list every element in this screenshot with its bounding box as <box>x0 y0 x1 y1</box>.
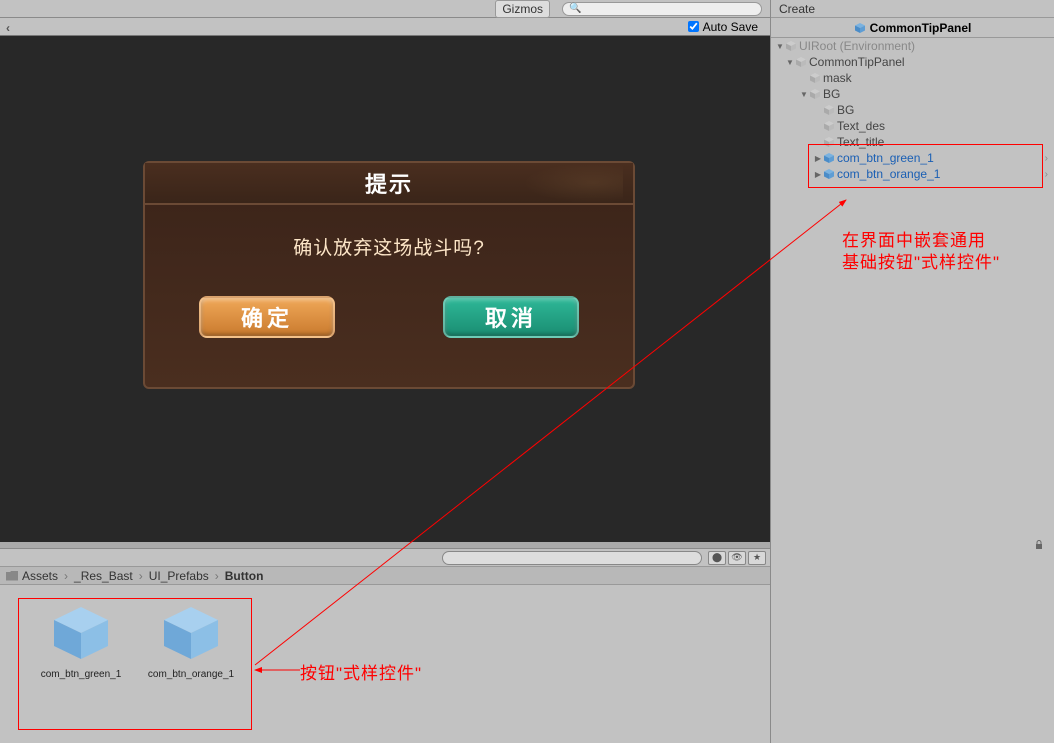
tree-textdes[interactable]: Text_des <box>771 118 1054 134</box>
gameobject-icon <box>785 40 797 52</box>
star-icon[interactable]: ★ <box>748 551 766 565</box>
autosave-label: Auto Save <box>703 20 758 34</box>
tree-mask[interactable]: mask <box>771 70 1054 86</box>
autosave-row: Auto Save <box>0 18 770 36</box>
back-icon[interactable]: ‹ <box>6 21 10 35</box>
prefab-header[interactable]: ‹ CommonTipPanel <box>771 18 1054 38</box>
breadcrumb[interactable]: Assets › _Res_Bast › UI_Prefabs › Button <box>0 567 770 585</box>
asset-label: com_btn_orange_1 <box>148 669 234 680</box>
gameobject-icon <box>809 72 821 84</box>
gameobject-icon <box>823 104 835 116</box>
folder-icon <box>6 571 18 581</box>
autosave-checkbox[interactable] <box>688 21 699 32</box>
breadcrumb-button[interactable]: Button <box>225 569 264 583</box>
annotation-bottom: 按钮"式样控件" <box>300 663 422 685</box>
gameobject-icon <box>795 56 807 68</box>
annotation-box-hierarchy <box>808 144 1043 188</box>
prefab-icon <box>854 22 866 34</box>
lock-icon <box>1034 540 1044 550</box>
gameobject-icon <box>823 120 835 132</box>
assets-panel: ⬤ 👁 ★ Assets › _Res_Bast › UI_Prefabs › … <box>0 548 770 743</box>
prefab-cube-icon <box>46 605 116 661</box>
tree-commontippanel[interactable]: ▼CommonTipPanel <box>771 54 1054 70</box>
filter-icon[interactable]: ⬤ <box>708 551 726 565</box>
scene-view[interactable]: 提示 确认放弃这场战斗吗? 确定 取消 <box>0 36 770 542</box>
breadcrumb-assets[interactable]: Assets <box>22 569 58 583</box>
game-dialog: 提示 确认放弃这场战斗吗? 确定 取消 <box>143 161 635 389</box>
assets-search[interactable] <box>442 551 702 565</box>
breadcrumb-resbast[interactable]: _Res_Bast <box>74 569 133 583</box>
dialog-description: 确认放弃这场战斗吗? <box>145 233 633 260</box>
dialog-header: 提示 <box>145 163 633 205</box>
cancel-button[interactable]: 取消 <box>443 296 579 338</box>
assets-toolbar: ⬤ 👁 ★ <box>0 549 770 567</box>
confirm-button[interactable]: 确定 <box>199 296 335 338</box>
gameobject-icon <box>809 88 821 100</box>
prefab-header-label: CommonTipPanel <box>870 21 972 35</box>
tree-bg[interactable]: ▼BG <box>771 86 1054 102</box>
prefab-cube-icon <box>156 605 226 661</box>
create-dropdown[interactable]: Create <box>779 2 815 16</box>
breadcrumb-uiprefabs[interactable]: UI_Prefabs <box>149 569 209 583</box>
annotation-right: 在界面中嵌套通用 基础按钮"式样控件" <box>842 230 1000 274</box>
chevron-right-icon[interactable]: › <box>1045 169 1048 180</box>
gizmos-dropdown[interactable]: Gizmos <box>495 0 550 18</box>
hierarchy-panel: Create ‹ CommonTipPanel ▼UIRoot (Environ… <box>770 0 1054 743</box>
hierarchy-toolbar: Create <box>771 0 1054 18</box>
dialog-title: 提示 <box>365 167 413 199</box>
asset-com-btn-green[interactable]: com_btn_green_1 <box>26 605 136 680</box>
tree-bg2[interactable]: BG <box>771 102 1054 118</box>
tree-uiroot[interactable]: ▼UIRoot (Environment) <box>771 38 1054 54</box>
scene-toolbar: Gizmos 🔍 <box>0 0 770 18</box>
scene-search[interactable]: 🔍 <box>562 2 762 16</box>
asset-label: com_btn_green_1 <box>41 669 122 680</box>
asset-com-btn-orange[interactable]: com_btn_orange_1 <box>136 605 246 680</box>
visibility-icon[interactable]: 👁 <box>728 551 746 565</box>
chevron-right-icon[interactable]: › <box>1045 153 1048 164</box>
